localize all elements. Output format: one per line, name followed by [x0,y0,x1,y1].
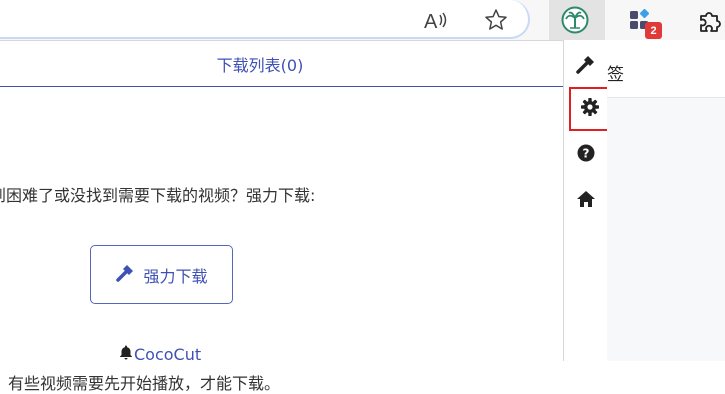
download-list-tab[interactable]: 下载列表(0) [0,40,564,87]
address-bar[interactable] [0,0,530,39]
browser-toolbar: A 2 [0,0,725,40]
cococut-popup: 下载列表(0) 碰到困难了或没找到需要下载的视频？强力下载: 强力下载 Coco… [0,40,564,393]
page-header-strip: 签 [607,40,725,98]
popup-side-menu: ? [563,40,610,361]
help-icon: ? [577,144,595,166]
cococut-link[interactable]: CocoCut [118,344,201,364]
settings-side-button[interactable] [569,87,610,131]
favorite-star-icon[interactable] [482,6,510,34]
hammer-icon [115,263,135,287]
difficulty-tip: 碰到困难了或没找到需要下载的视频？强力下载: [0,186,316,205]
underlying-page: 签 [607,40,725,361]
download-list-title: 下载列表(0) [216,55,304,75]
home-side-button[interactable] [564,180,607,222]
force-download-label: 强力下载 [143,266,208,286]
force-download-button[interactable]: 强力下载 [90,245,233,304]
svg-text:A: A [424,11,438,31]
playback-note: 有些视频需要先开始播放，才能下载。 [8,374,281,393]
help-side-button[interactable]: ? [564,134,607,176]
coconut-tree-extension-icon[interactable] [561,6,589,34]
home-icon [576,190,596,212]
hammer-icon [575,53,597,79]
read-aloud-icon[interactable]: A [422,6,450,34]
force-download-side-button[interactable] [564,45,607,87]
partial-page-label: 签 [607,65,624,85]
svg-text:?: ? [582,147,589,161]
extension-badge-count: 2 [645,22,662,39]
gear-icon [580,97,600,121]
puzzle-icon[interactable] [695,6,723,34]
bell-icon [118,344,134,364]
